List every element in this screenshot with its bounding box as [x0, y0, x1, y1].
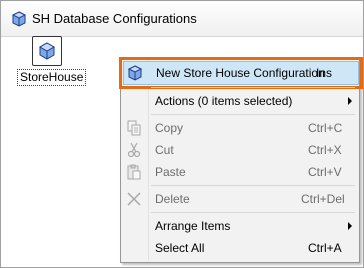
database-icon	[11, 11, 27, 27]
menu-item-actions[interactable]: Actions (0 items selected)	[123, 90, 357, 112]
menu-item-new-store-house-configuration[interactable]: New Store House Configuration Ins	[119, 57, 363, 89]
menu-separator	[151, 87, 355, 88]
copy-icon	[126, 120, 142, 136]
menu-item-shortcut: Ctrl+V	[308, 165, 342, 179]
database-icon	[127, 65, 143, 81]
storehouse-label: StoreHouse	[17, 69, 87, 86]
menu-item-delete[interactable]: Delete Ctrl+Del	[123, 188, 357, 210]
storehouse-icon	[32, 36, 62, 66]
menu-item-shortcut: Ctrl+A	[308, 241, 342, 255]
menu-item-label: Actions (0 items selected)	[155, 94, 293, 108]
title-bar: SH Database Configurations	[1, 1, 363, 37]
menu-separator	[151, 212, 355, 213]
menu-item-label: Paste	[155, 165, 186, 179]
menu-item-label: Copy	[155, 121, 184, 135]
window-title: SH Database Configurations	[32, 11, 197, 26]
menu-item-copy[interactable]: Copy Ctrl+C	[123, 117, 357, 139]
delete-x-icon	[126, 191, 142, 207]
menu-item-label: New Store House Configuration	[156, 66, 325, 80]
menu-item-label: Arrange Items	[155, 219, 231, 233]
scissors-icon	[126, 142, 142, 158]
menu-item-shortcut: Ctrl+C	[308, 121, 343, 135]
submenu-arrow-icon	[348, 222, 352, 230]
menu-item-arrange-items[interactable]: Arrange Items	[123, 215, 357, 237]
context-menu: New Store House Configuration Ins Action…	[119, 57, 363, 263]
menu-item-shortcut: Ctrl+X	[308, 143, 342, 157]
menu-item-label: Delete	[155, 192, 190, 206]
paste-icon	[126, 164, 142, 180]
submenu-arrow-icon	[348, 97, 352, 105]
menu-item-select-all[interactable]: Select All Ctrl+A	[123, 237, 357, 259]
menu-item-shortcut: Ctrl+Del	[301, 192, 345, 206]
menu-item-paste[interactable]: Paste Ctrl+V	[123, 161, 357, 183]
menu-item-label: Select All	[155, 241, 205, 255]
menu-separator	[151, 185, 355, 186]
menu-item-shortcut: Ins	[316, 66, 333, 80]
menu-item-label: Cut	[155, 143, 174, 157]
menu-item-cut[interactable]: Cut Ctrl+X	[123, 139, 357, 161]
menu-separator	[151, 114, 355, 115]
storehouse-item[interactable]: StoreHouse	[15, 36, 87, 86]
